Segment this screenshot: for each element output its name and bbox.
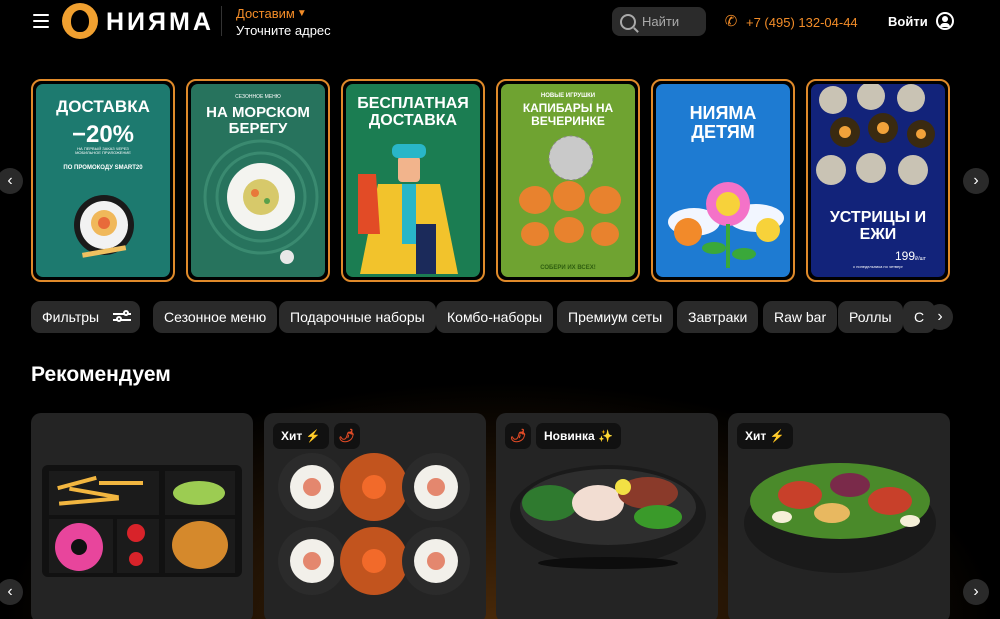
- price-unit: ₽/шт: [915, 256, 926, 262]
- banner-capybara-toys[interactable]: НОВЫЕ ИГРУШКИ КАПИБАРЫ НА ВЕЧЕРИНКЕ СОБЕ…: [496, 79, 640, 282]
- search-box[interactable]: [612, 7, 706, 36]
- brand-logo[interactable]: НИЯМА: [106, 8, 214, 37]
- login-label: Войти: [888, 13, 928, 29]
- chip-raw-bar[interactable]: Raw bar: [763, 301, 838, 333]
- banner-title: НИЯМА ДЕТЯМ: [689, 103, 757, 142]
- flowers-image: [668, 182, 784, 268]
- badges: Хит ⚡ 🌶: [273, 423, 360, 449]
- capybaras-image: [519, 135, 621, 246]
- login-button[interactable]: Войти: [888, 12, 954, 30]
- salad-bowl-image: [744, 463, 936, 573]
- banner-title: ДОСТАВКА: [56, 97, 150, 116]
- banner-note: НА ПЕРВЫЙ ЗАКАЗ ЧЕРЕЗ МОБИЛЬНОЕ ПРИЛОЖЕН…: [75, 146, 131, 156]
- banner-price: 199₽/шт: [895, 249, 926, 263]
- banner-title: УСТРИЦЫ И ЕЖИ: [829, 209, 927, 243]
- banner-title: КАПИБАРЫ НА ВЕЧЕРИНКЕ: [522, 101, 614, 128]
- chevron-right-icon: ›: [973, 172, 979, 189]
- search-icon: [620, 13, 636, 30]
- chili-icon: 🌶: [333, 423, 360, 449]
- search-input[interactable]: [642, 14, 706, 29]
- oysters-image: [816, 84, 935, 185]
- phone-icon: ✆: [724, 13, 738, 30]
- divider: [221, 6, 222, 36]
- banner-title: БЕСПЛАТНАЯ ДОСТАВКА: [357, 95, 469, 129]
- filters-button[interactable]: Фильтры: [31, 301, 140, 333]
- courier-image: [358, 144, 458, 274]
- filters-label: Фильтры: [42, 309, 100, 325]
- new-badge: Новинка ✨: [536, 423, 621, 449]
- banner-free-delivery[interactable]: БЕСПЛАТНАЯ ДОСТАВКА: [341, 79, 485, 282]
- chip-premium-sets[interactable]: Премиум сеты: [557, 301, 674, 333]
- dish-plate-image: [203, 139, 319, 264]
- banner-delivery-discount[interactable]: ДОСТАВКА −20% НА ПЕРВЫЙ ЗАКАЗ ЧЕРЕЗ МОБИ…: [31, 79, 175, 282]
- rolls-image: [278, 453, 470, 595]
- banner-carousel: ДОСТАВКА −20% НА ПЕРВЫЙ ЗАКАЗ ЧЕРЕЗ МОБИ…: [31, 79, 950, 282]
- chip-seasonal-menu[interactable]: Сезонное меню: [153, 301, 278, 333]
- chip-breakfasts[interactable]: Завтраки: [677, 301, 759, 333]
- chevron-down-icon: ▼: [296, 8, 307, 19]
- banner-oysters[interactable]: УСТРИЦЫ И ЕЖИ 199₽/шт с понедельника по …: [806, 79, 950, 282]
- banner-title: НА МОРСКОМ БЕРЕГУ: [206, 104, 310, 137]
- user-icon: [935, 12, 954, 30]
- hit-badge: Хит ⚡: [737, 423, 793, 449]
- banner-promo: ПО ПРОМОКОДУ SMART20: [63, 165, 143, 171]
- banner-prev-button[interactable]: ‹: [0, 168, 23, 194]
- banner-kicker: НОВЫЕ ИГРУШКИ: [540, 93, 596, 99]
- category-chips: Фильтры Сезонное меню Подарочные наборы …: [31, 301, 949, 333]
- menu-icon[interactable]: [33, 14, 49, 28]
- banner-next-button[interactable]: ›: [963, 168, 989, 194]
- delivery-address: Уточните адрес: [236, 23, 331, 38]
- chips-next-button[interactable]: ›: [927, 304, 953, 330]
- delivery-selector[interactable]: Доставим ▼ Уточните адрес: [236, 6, 331, 38]
- chip-rolls[interactable]: Роллы: [838, 301, 903, 333]
- logo-icon[interactable]: [62, 3, 98, 39]
- section-title: Рекомендуем: [31, 363, 171, 386]
- product-card[interactable]: [31, 413, 253, 619]
- chevron-left-icon: ‹: [7, 172, 13, 189]
- phone-link[interactable]: ✆ +7 (495) 132-04-44: [722, 13, 858, 31]
- badges: 🌶 Новинка ✨: [505, 423, 621, 449]
- banner-note: с понедельника по четверг: [853, 264, 903, 269]
- banner-bottom-text: СОБЕРИ ИХ ВСЕХ!: [540, 265, 596, 271]
- badges: Хит ⚡: [737, 423, 793, 449]
- chip-combo-sets[interactable]: Комбо-наборы: [436, 301, 554, 333]
- sliders-icon: [113, 310, 132, 323]
- phone-number: +7 (495) 132-04-44: [746, 14, 858, 30]
- product-card[interactable]: Хит ⚡: [728, 413, 950, 619]
- product-card[interactable]: Хит ⚡ 🌶: [264, 413, 486, 619]
- banner-discount: −20%: [71, 121, 135, 148]
- hit-badge: Хит ⚡: [273, 423, 329, 449]
- product-card[interactable]: 🌶 Новинка ✨: [496, 413, 718, 619]
- price-value: 199: [895, 249, 916, 263]
- banner-seasonal-menu[interactable]: СЕЗОННОЕ МЕНЮ НА МОРСКОМ БЕРЕГУ: [186, 79, 330, 282]
- chevron-right-icon: ›: [973, 583, 979, 600]
- chip-gift-sets[interactable]: Подарочные наборы: [279, 301, 436, 333]
- chevron-right-icon: ›: [937, 308, 943, 325]
- delivery-label: Доставим: [236, 6, 295, 21]
- sushi-roll-image: [74, 195, 134, 258]
- banner-kids[interactable]: НИЯМА ДЕТЯМ: [651, 79, 795, 282]
- combo-box-image: [42, 465, 242, 577]
- chevron-left-icon: ‹: [7, 583, 13, 600]
- chili-icon: 🌶: [505, 423, 531, 449]
- header: НИЯМА Доставим ▼ Уточните адрес ✆ +7 (49…: [0, 0, 1000, 44]
- banner-kicker: СЕЗОННОЕ МЕНЮ: [235, 94, 281, 100]
- recommend-next-button[interactable]: ›: [963, 579, 989, 605]
- poke-bowl-image: [510, 465, 706, 569]
